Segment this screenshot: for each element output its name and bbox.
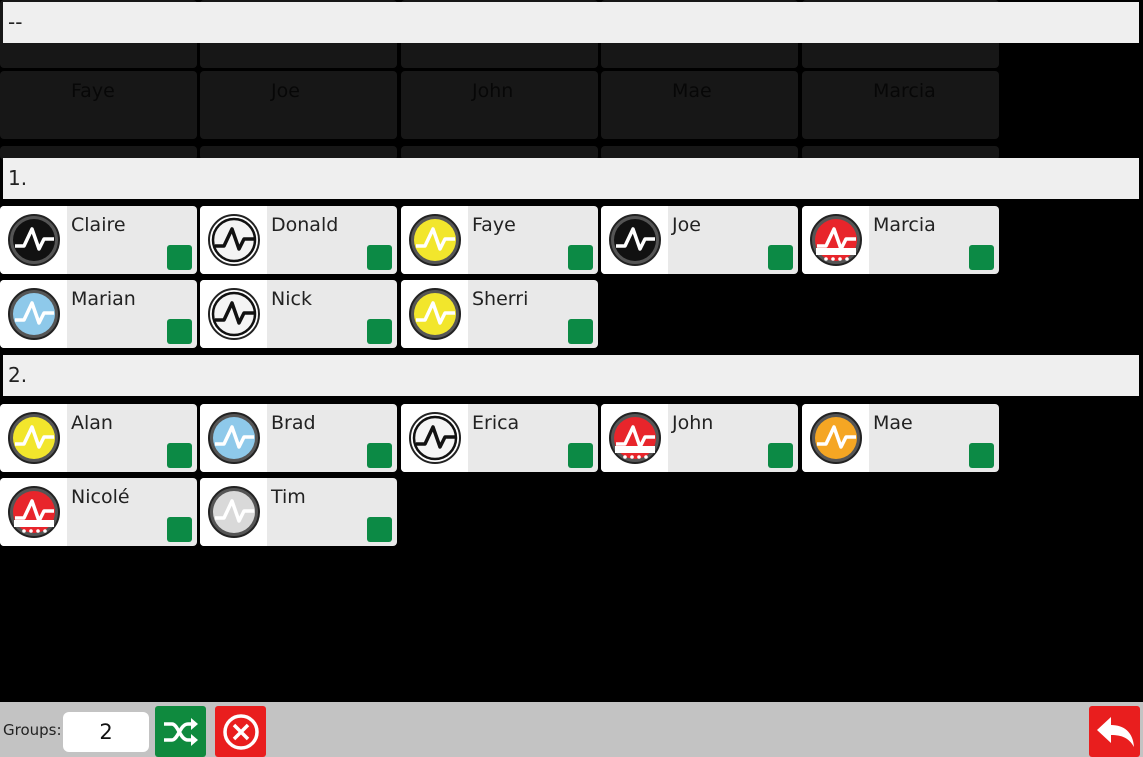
- selected-checkbox[interactable]: [969, 245, 994, 270]
- svg-text:John: John: [471, 80, 513, 102]
- player-card[interactable]: Nick: [200, 280, 397, 348]
- selected-checkbox[interactable]: [167, 443, 192, 468]
- player-name: Claire: [71, 214, 126, 236]
- player-card[interactable]: Mae: [802, 404, 999, 472]
- orange-badge-icon: [809, 412, 862, 464]
- badge-icon: [601, 404, 668, 472]
- selected-checkbox[interactable]: [568, 319, 593, 344]
- yellow-badge-icon: [408, 214, 461, 266]
- player-card[interactable]: Donald: [200, 206, 397, 274]
- close-circle-icon: [222, 713, 259, 750]
- white-badge-icon: [207, 214, 260, 266]
- selected-checkbox[interactable]: [367, 319, 392, 344]
- player-name: Joe: [672, 214, 701, 236]
- badge-icon: [802, 404, 869, 472]
- player-name: Donald: [271, 214, 339, 236]
- player-name: Marcia: [873, 214, 936, 236]
- ghost-group-header: --: [3, 2, 1139, 43]
- group-header-2: 2.: [3, 355, 1139, 396]
- hall-of-fame-badge-icon: [608, 412, 661, 464]
- hall-of-fame-badge-icon: [7, 486, 60, 538]
- svg-text:Joe: Joe: [270, 80, 300, 102]
- badge-icon: [200, 280, 267, 348]
- player-name: Nick: [271, 288, 312, 310]
- yellow-badge-icon: [408, 288, 461, 340]
- selected-checkbox[interactable]: [367, 517, 392, 542]
- selected-checkbox[interactable]: [568, 443, 593, 468]
- badge-icon: [401, 206, 468, 274]
- player-name: Faye: [472, 214, 516, 236]
- player-name: Alan: [71, 412, 113, 434]
- player-name: Marian: [71, 288, 136, 310]
- player-name: John: [672, 412, 714, 434]
- player-card[interactable]: Marcia: [802, 206, 999, 274]
- selected-checkbox[interactable]: [167, 319, 192, 344]
- group-header-1: 1.: [3, 158, 1139, 199]
- badge-icon: [200, 404, 267, 472]
- player-card[interactable]: Tim: [200, 478, 397, 546]
- black-badge-icon: [7, 214, 60, 266]
- blue-badge-icon: [7, 288, 60, 340]
- player-card[interactable]: Nicolé: [0, 478, 197, 546]
- badge-icon: [0, 206, 67, 274]
- player-card[interactable]: Erica: [401, 404, 598, 472]
- silver-badge-icon: [207, 486, 260, 538]
- badge-icon: [200, 206, 267, 274]
- badge-icon: [0, 404, 67, 472]
- white-badge-icon: [408, 412, 461, 464]
- groups-count-input[interactable]: 2: [63, 712, 149, 752]
- svg-text:Faye: Faye: [71, 80, 115, 102]
- player-card[interactable]: John: [601, 404, 798, 472]
- player-name: Tim: [271, 486, 306, 508]
- black-badge-icon: [608, 214, 661, 266]
- player-card[interactable]: Alan: [0, 404, 197, 472]
- badge-icon: [200, 478, 267, 546]
- selected-checkbox[interactable]: [969, 443, 994, 468]
- badge-icon: [802, 206, 869, 274]
- player-card[interactable]: Joe: [601, 206, 798, 274]
- selected-checkbox[interactable]: [768, 245, 793, 270]
- player-name: Nicolé: [71, 486, 130, 508]
- player-card[interactable]: Claire: [0, 206, 197, 274]
- cancel-button[interactable]: [215, 706, 266, 757]
- svg-text:Mae: Mae: [672, 80, 712, 102]
- badge-icon: [601, 206, 668, 274]
- badge-icon: [0, 280, 67, 348]
- selected-checkbox[interactable]: [167, 517, 192, 542]
- selected-checkbox[interactable]: [768, 443, 793, 468]
- svg-text:Marcia: Marcia: [873, 80, 936, 102]
- player-card[interactable]: Brad: [200, 404, 397, 472]
- reply-arrow-icon: [1096, 716, 1134, 747]
- shuffle-button[interactable]: [155, 706, 206, 757]
- player-card[interactable]: Marian: [0, 280, 197, 348]
- yellow-badge-icon: [7, 412, 60, 464]
- player-name: Sherri: [472, 288, 529, 310]
- selected-checkbox[interactable]: [367, 245, 392, 270]
- selected-checkbox[interactable]: [167, 245, 192, 270]
- player-card[interactable]: Faye: [401, 206, 598, 274]
- blue-badge-icon: [207, 412, 260, 464]
- selected-checkbox[interactable]: [568, 245, 593, 270]
- white-badge-icon: [207, 288, 260, 340]
- shuffle-icon: [163, 717, 198, 746]
- player-name: Erica: [472, 412, 520, 434]
- hall-of-fame-badge-icon: [809, 214, 862, 266]
- back-button[interactable]: [1089, 706, 1140, 757]
- selected-checkbox[interactable]: [367, 443, 392, 468]
- badge-icon: [401, 404, 468, 472]
- footer-toolbar: Groups: 2: [0, 702, 1143, 757]
- player-name: Mae: [873, 412, 913, 434]
- player-name: Brad: [271, 412, 316, 434]
- player-card[interactable]: Sherri: [401, 280, 598, 348]
- badge-icon: [0, 478, 67, 546]
- groups-label: Groups:: [3, 721, 62, 739]
- badge-icon: [401, 280, 468, 348]
